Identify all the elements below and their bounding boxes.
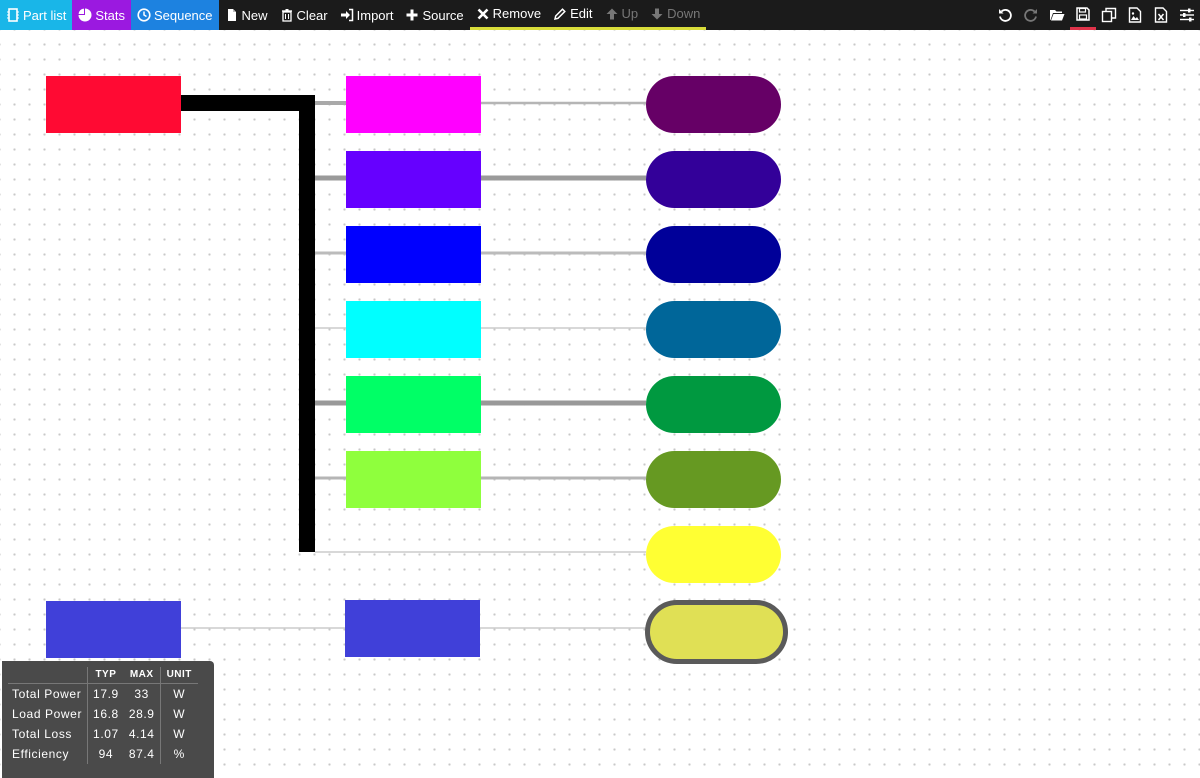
converter-node-3[interactable] xyxy=(346,226,481,283)
new-file-icon xyxy=(227,9,236,21)
import-button[interactable]: Import xyxy=(334,0,400,30)
load-node-3[interactable] xyxy=(646,226,781,283)
stats-row-unit: W xyxy=(173,687,186,701)
export-image-button[interactable] xyxy=(1122,0,1148,30)
part-list-icon xyxy=(7,8,19,22)
source-node-1[interactable] xyxy=(46,76,181,133)
open-button[interactable] xyxy=(1044,0,1070,30)
converter-node-4[interactable] xyxy=(346,301,481,358)
copy-icon xyxy=(1101,7,1117,23)
stats-row: Efficiency 94 87.4 % xyxy=(8,744,198,764)
main-bus-wire xyxy=(180,95,315,552)
stats-header-typ: TYP xyxy=(87,667,124,684)
new-label: New xyxy=(241,7,268,23)
load-node-2[interactable] xyxy=(646,151,781,208)
new-button[interactable]: New xyxy=(219,0,274,30)
part-list-label: Part list xyxy=(23,7,67,23)
stats-header-max: MAX xyxy=(123,667,161,684)
pencil-icon xyxy=(554,7,566,20)
source-label: Source xyxy=(422,7,464,23)
stats-row: Load Power 16.8 28.9 W xyxy=(8,704,198,724)
load-node-6[interactable] xyxy=(646,451,781,508)
arrow-down-icon xyxy=(651,8,663,19)
right-tools xyxy=(992,0,1200,30)
remove-button[interactable]: Remove xyxy=(470,0,547,27)
converter-node-7[interactable] xyxy=(345,600,480,657)
save-icon xyxy=(1076,6,1090,21)
clock-icon xyxy=(137,8,151,22)
load-node-4[interactable] xyxy=(646,301,781,358)
image-icon xyxy=(1128,7,1142,23)
source-button[interactable]: Source xyxy=(399,0,469,30)
stats-button[interactable]: Stats xyxy=(72,0,131,30)
stats-row-unit: % xyxy=(173,747,185,761)
stats-row-typ: 17.9 xyxy=(93,687,119,701)
remove-label: Remove xyxy=(492,6,542,21)
undo-button[interactable] xyxy=(992,0,1018,30)
stats-table: TYP MAX UNIT Total Power 17.9 33 W Load … xyxy=(8,667,198,764)
stats-row-max: 4.14 xyxy=(123,724,161,744)
stats-row-typ: 16.8 xyxy=(93,707,119,721)
up-button[interactable]: Up xyxy=(599,0,645,27)
stats-row-label: Total Loss xyxy=(8,724,89,744)
down-button[interactable]: Down xyxy=(644,0,706,27)
converter-node-6[interactable] xyxy=(346,451,481,508)
settings-button[interactable] xyxy=(1174,0,1200,30)
import-label: Import xyxy=(356,7,394,23)
load-node-7[interactable] xyxy=(646,526,781,583)
stats-header-row: TYP MAX UNIT xyxy=(8,667,198,684)
export-spreadsheet-button[interactable] xyxy=(1148,0,1174,30)
edit-label: Edit xyxy=(570,6,593,21)
close-icon xyxy=(477,8,489,19)
converter-node-5[interactable] xyxy=(346,376,481,433)
stats-panel: TYP MAX UNIT Total Power 17.9 33 W Load … xyxy=(2,661,214,778)
stats-label: Stats xyxy=(95,7,125,23)
plus-icon xyxy=(406,9,418,21)
sequence-label: Sequence xyxy=(153,7,213,23)
part-list-button[interactable]: Part list xyxy=(0,0,73,30)
stats-row-label: Total Power xyxy=(8,683,89,704)
converter-node-1[interactable] xyxy=(346,76,481,133)
load-node-1[interactable] xyxy=(646,76,781,133)
load-node-5[interactable] xyxy=(646,376,781,433)
stats-row-label: Efficiency xyxy=(8,744,89,764)
stats-row: Total Loss 1.07 4.14 W xyxy=(8,724,198,744)
redo-button[interactable] xyxy=(1018,0,1044,30)
toolbar: Part list Stats Sequence New Clear Impor… xyxy=(0,0,1200,30)
redo-icon xyxy=(1024,9,1037,22)
stats-header-unit: UNIT xyxy=(160,667,198,684)
stats-row-max: 33 xyxy=(123,683,161,704)
import-icon xyxy=(340,8,353,22)
stats-row-typ: 94 xyxy=(98,747,114,761)
down-label: Down xyxy=(667,6,701,21)
clear-button[interactable]: Clear xyxy=(274,0,334,30)
stats-header-label xyxy=(8,667,89,684)
load-node-8-selected[interactable] xyxy=(645,600,788,664)
stats-row-typ: 1.07 xyxy=(93,727,119,741)
open-folder-icon xyxy=(1050,10,1065,21)
settings-sliders-icon xyxy=(1180,8,1194,22)
edit-button[interactable]: Edit xyxy=(547,0,598,27)
trash-icon xyxy=(281,9,292,22)
arrow-up-icon xyxy=(606,8,617,19)
stats-row-label: Load Power xyxy=(8,704,89,724)
stats-row-max: 87.4 xyxy=(123,744,161,764)
converter-node-2[interactable] xyxy=(346,151,481,208)
save-button[interactable] xyxy=(1070,0,1096,30)
up-label: Up xyxy=(621,6,639,21)
copy-button[interactable] xyxy=(1096,0,1122,30)
edit-group: Remove Edit Up Down xyxy=(469,0,707,30)
clear-label: Clear xyxy=(296,7,328,23)
spreadsheet-icon xyxy=(1154,7,1168,23)
undo-icon xyxy=(999,9,1012,22)
stats-row: Total Power 17.9 33 W xyxy=(8,683,198,704)
stats-row-unit: W xyxy=(173,727,186,741)
stats-row-unit: W xyxy=(173,707,186,721)
pie-chart-icon xyxy=(78,8,92,22)
stats-row-max: 28.9 xyxy=(123,704,161,724)
sequence-button[interactable]: Sequence xyxy=(130,0,219,30)
source-node-2[interactable] xyxy=(46,601,181,658)
